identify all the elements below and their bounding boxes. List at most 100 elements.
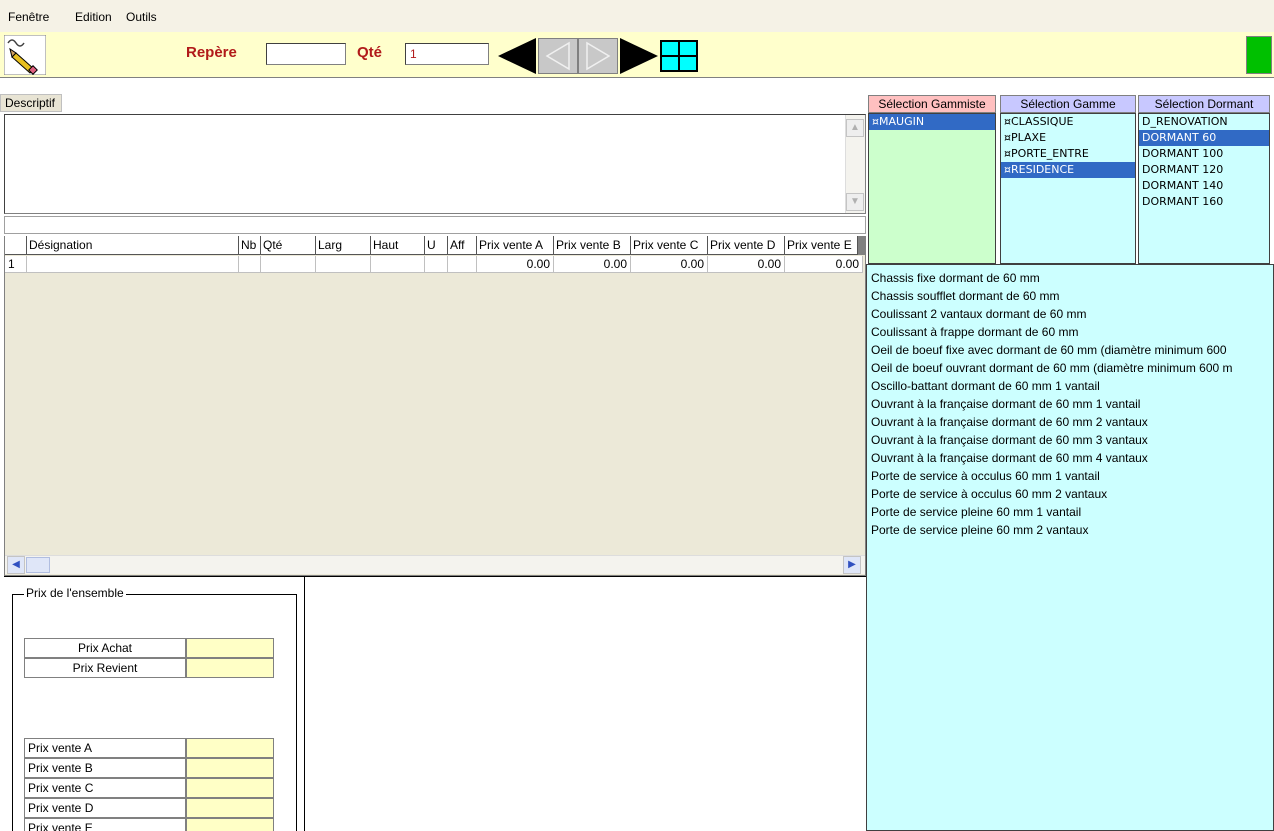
prix-vente-d-label: Prix vente D: [24, 798, 186, 818]
qte-input[interactable]: [405, 43, 489, 65]
grid-cell-nb[interactable]: [239, 256, 261, 273]
dormant-type-item[interactable]: Porte de service à occulus 60 mm 2 vanta…: [871, 485, 1273, 503]
next-icon[interactable]: [578, 38, 618, 74]
dormant-listbox[interactable]: D_RENOVATION DORMANT 60 DORMANT 100 DORM…: [1138, 113, 1270, 264]
prix-vente-b-label: Prix vente B: [24, 758, 186, 778]
prix-revient-value[interactable]: [186, 658, 274, 678]
gammiste-listbox[interactable]: ¤MAUGIN: [868, 113, 996, 264]
grid-cell-qte[interactable]: [261, 256, 316, 273]
scroll-thumb[interactable]: [26, 557, 50, 573]
gamme-item[interactable]: ¤RESIDENCE: [1001, 162, 1135, 178]
descriptif-scrollbar[interactable]: ▲ ▼: [845, 115, 865, 213]
grid-view-icon[interactable]: [660, 40, 698, 72]
gamme-listbox[interactable]: ¤CLASSIQUE ¤PLAXE ¤PORTE_ENTRE ¤RESIDENC…: [1000, 113, 1136, 264]
dormant-item[interactable]: DORMANT 60: [1139, 130, 1269, 146]
grid-header-aff[interactable]: Aff: [448, 236, 477, 255]
toolbar: Repère Qté: [0, 32, 1274, 78]
dormant-item[interactable]: DORMANT 120: [1139, 162, 1269, 178]
dormant-type-item[interactable]: Oscillo-battant dormant de 60 mm 1 vanta…: [871, 377, 1273, 395]
grid-empty-area: [5, 273, 865, 555]
grid-cell-haut[interactable]: [371, 256, 425, 273]
dormant-type-item[interactable]: Oeil de boeuf fixe avec dormant de 60 mm…: [871, 341, 1273, 359]
scroll-up-icon[interactable]: ▲: [846, 119, 864, 137]
dormant-item[interactable]: D_RENOVATION: [1139, 114, 1269, 130]
prix-achat-label: Prix Achat: [24, 638, 186, 658]
scroll-right-icon[interactable]: ▶: [843, 556, 861, 574]
prix-revient-label: Prix Revient: [24, 658, 186, 678]
prix-vente-b-value[interactable]: [186, 758, 274, 778]
grid-header-prix-e[interactable]: Prix vente E: [785, 236, 858, 255]
grid-horizontal-scrollbar[interactable]: ◀ ▶: [5, 555, 865, 574]
qte-label: Qté: [357, 44, 383, 61]
menu-edition[interactable]: Edition: [75, 10, 112, 24]
grid-cell-prix-c[interactable]: 0.00: [631, 256, 708, 273]
grid-header-prix-d[interactable]: Prix vente D: [708, 236, 785, 255]
grid-header-designation[interactable]: Désignation: [27, 236, 239, 255]
dormant-type-item[interactable]: Ouvrant à la française dormant de 60 mm …: [871, 395, 1273, 413]
grid-header-prix-c[interactable]: Prix vente C: [631, 236, 708, 255]
prix-vente-a-value[interactable]: [186, 738, 274, 758]
grid-row-number: 1: [5, 256, 27, 273]
dormant-item[interactable]: DORMANT 100: [1139, 146, 1269, 162]
prix-vente-e-value[interactable]: [186, 818, 274, 831]
scroll-left-icon[interactable]: ◀: [7, 556, 25, 574]
grid-cell-u[interactable]: [425, 256, 448, 273]
descriptif-strip: [4, 216, 866, 234]
dormant-type-item[interactable]: Coulissant à frappe dormant de 60 mm: [871, 323, 1273, 341]
dormant-type-item[interactable]: Chassis fixe dormant de 60 mm: [871, 269, 1273, 287]
previous-icon[interactable]: [538, 38, 578, 74]
gamme-item[interactable]: ¤PLAXE: [1001, 130, 1135, 146]
app-pencil-icon[interactable]: [3, 34, 47, 76]
repere-label: Repère: [186, 44, 237, 61]
grid-header-qte[interactable]: Qté: [261, 236, 316, 255]
grid-header-rownum: [5, 236, 27, 255]
grid-cell-prix-b[interactable]: 0.00: [554, 256, 631, 273]
dormant-type-item[interactable]: Ouvrant à la française dormant de 60 mm …: [871, 413, 1273, 431]
grid-header-nb[interactable]: Nb: [239, 236, 261, 255]
grid-cell-designation[interactable]: [27, 256, 239, 273]
grid-header-prix-a[interactable]: Prix vente A: [477, 236, 554, 255]
grid-header-haut[interactable]: Haut: [371, 236, 425, 255]
menu-fenetre[interactable]: Fenêtre: [8, 10, 49, 24]
gammiste-item[interactable]: ¤MAUGIN: [869, 114, 995, 130]
menu-outils[interactable]: Outils: [126, 10, 157, 24]
prix-vente-a-label: Prix vente A: [24, 738, 186, 758]
grid-cell-prix-d[interactable]: 0.00: [708, 256, 785, 273]
prix-vente-c-value[interactable]: [186, 778, 274, 798]
bottom-empty-panel: [305, 576, 866, 831]
dormant-type-item[interactable]: Ouvrant à la française dormant de 60 mm …: [871, 431, 1273, 449]
selection-dormant-header: Sélection Dormant: [1138, 95, 1270, 113]
selection-gamme-header: Sélection Gamme: [1000, 95, 1136, 113]
gamme-item[interactable]: ¤PORTE_ENTRE: [1001, 146, 1135, 162]
grid-header-larg[interactable]: Larg: [316, 236, 371, 255]
grid-cell-prix-e[interactable]: 0.00: [785, 256, 863, 273]
dormant-type-item[interactable]: Coulissant 2 vantaux dormant de 60 mm: [871, 305, 1273, 323]
dormant-item[interactable]: DORMANT 140: [1139, 178, 1269, 194]
first-record-icon[interactable]: [498, 38, 538, 74]
dormant-type-item[interactable]: Porte de service pleine 60 mm 2 vantaux: [871, 521, 1273, 539]
dormant-type-item[interactable]: Chassis soufflet dormant de 60 mm: [871, 287, 1273, 305]
last-record-icon[interactable]: [618, 38, 658, 74]
grid-cell-prix-a[interactable]: 0.00: [477, 256, 554, 273]
grid-cell-aff[interactable]: [448, 256, 477, 273]
prix-vente-d-value[interactable]: [186, 798, 274, 818]
descriptif-textarea[interactable]: [4, 114, 866, 214]
selection-gammiste-header: Sélection Gammiste: [868, 95, 996, 113]
dormant-type-list[interactable]: Chassis fixe dormant de 60 mm Chassis so…: [866, 264, 1274, 831]
scroll-down-icon[interactable]: ▼: [846, 193, 864, 211]
pricing-group-title: Prix de l'ensemble: [24, 586, 126, 600]
repere-input[interactable]: [266, 43, 346, 65]
prix-vente-c-label: Prix vente C: [24, 778, 186, 798]
prix-vente-e-label: Prix vente E: [24, 818, 186, 831]
prix-achat-value[interactable]: [186, 638, 274, 658]
dormant-type-item[interactable]: Porte de service à occulus 60 mm 1 vanta…: [871, 467, 1273, 485]
grid-cell-larg[interactable]: [316, 256, 371, 273]
descriptif-label: Descriptif: [0, 94, 62, 112]
dormant-type-item[interactable]: Porte de service pleine 60 mm 1 vantail: [871, 503, 1273, 521]
dormant-type-item[interactable]: Ouvrant à la française dormant de 60 mm …: [871, 449, 1273, 467]
gamme-item[interactable]: ¤CLASSIQUE: [1001, 114, 1135, 130]
dormant-type-item[interactable]: Oeil de boeuf ouvrant dormant de 60 mm (…: [871, 359, 1273, 377]
grid-header-u[interactable]: U: [425, 236, 448, 255]
grid-header-prix-b[interactable]: Prix vente B: [554, 236, 631, 255]
dormant-item[interactable]: DORMANT 160: [1139, 194, 1269, 210]
